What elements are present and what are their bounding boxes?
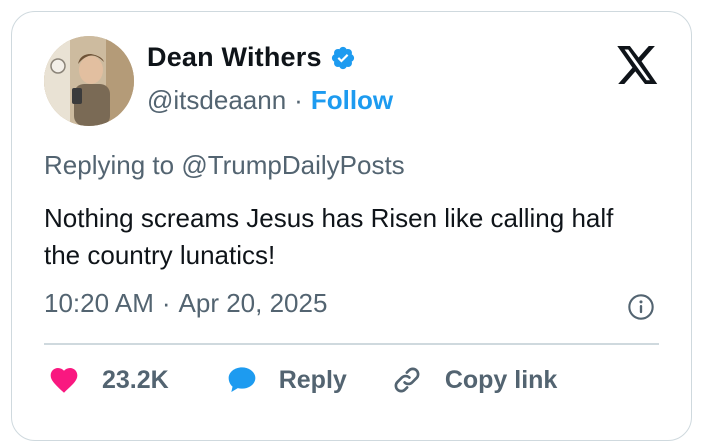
tweet-card: Dean Withers @itsdeaann · Follow Replyin… (11, 11, 692, 441)
avatar[interactable] (44, 36, 134, 126)
timestamp-separator: · (161, 288, 171, 318)
avatar-photo (44, 36, 134, 126)
link-icon (391, 364, 423, 396)
reply-bubble-icon (225, 364, 257, 396)
follow-button[interactable]: Follow (311, 85, 393, 116)
reply-button[interactable]: Reply (225, 364, 347, 396)
tweet-timestamp[interactable]: 10:20 AM · Apr 20, 2025 (44, 288, 327, 319)
info-icon[interactable] (627, 293, 655, 321)
tweet-time: 10:20 AM (44, 288, 154, 318)
like-button[interactable]: 23.2K (48, 364, 169, 396)
replying-prefix: Replying to (44, 150, 175, 180)
author-handle[interactable]: @itsdeaann (147, 85, 286, 116)
x-logo-icon[interactable] (617, 46, 659, 84)
replying-mention-link[interactable]: @TrumpDailyPosts (181, 150, 404, 180)
copy-link-button[interactable]: Copy link (391, 364, 558, 396)
reply-label: Reply (278, 365, 347, 394)
like-count: 23.2K (102, 365, 169, 394)
replying-to-line: Replying to @TrumpDailyPosts (44, 150, 405, 181)
author-display-name[interactable]: Dean Withers (147, 42, 322, 73)
author-handle-row: @itsdeaann · Follow (147, 85, 393, 116)
divider (44, 343, 659, 345)
tweet-date: Apr 20, 2025 (178, 288, 328, 318)
handle-separator: · (294, 85, 303, 115)
heart-icon (48, 364, 80, 396)
tweet-text: Nothing screams Jesus has Risen like cal… (44, 203, 614, 270)
verified-badge-icon (330, 45, 356, 71)
action-bar: 23.2K Reply Copy link (48, 364, 557, 396)
copy-link-label: Copy link (444, 365, 558, 394)
author-name-row: Dean Withers (147, 42, 356, 73)
